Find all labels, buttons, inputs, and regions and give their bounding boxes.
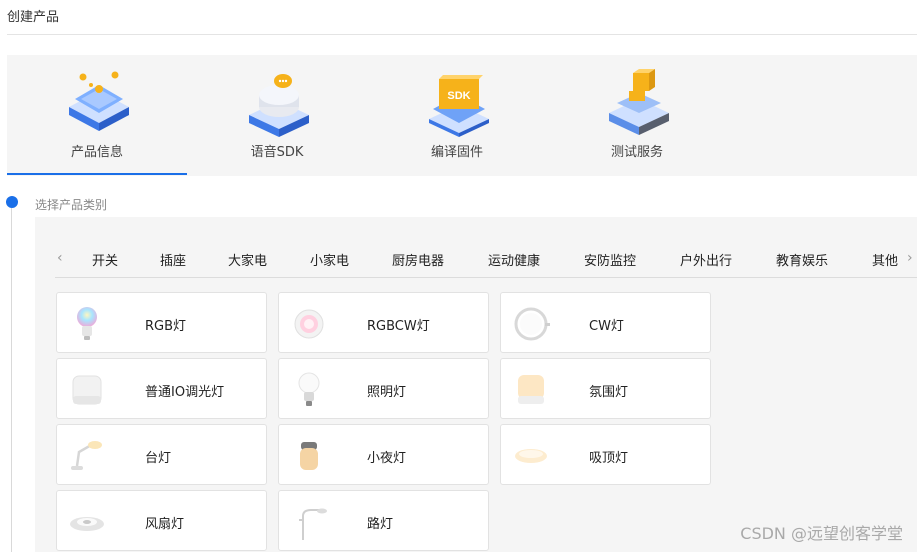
step-label: 编译固件 — [430, 145, 483, 160]
product-card-rgb[interactable]: RGB灯 — [56, 292, 267, 353]
title-divider — [7, 34, 917, 35]
product-card-label: CW灯 — [589, 319, 624, 334]
step-label: 产品信息 — [70, 145, 123, 160]
category-tabs: ‹ 开关 插座 大家电 小家电 厨房电器 运动健康 安防监控 户外出行 教育娱乐… — [55, 240, 917, 278]
tab-socket[interactable]: 插座 — [160, 250, 186, 269]
lighting-bulb-icon — [298, 372, 320, 406]
rgbcw-lamp-icon — [294, 309, 324, 339]
product-card-label: 氛围灯 — [589, 385, 629, 400]
step-product-info[interactable]: 产品信息 — [7, 55, 187, 176]
tab-sports-health[interactable]: 运动健康 — [488, 250, 540, 269]
step-active-indicator — [7, 173, 187, 175]
step-label: 语音SDK — [250, 145, 304, 160]
step-test-service[interactable]: 测试服务 — [547, 55, 727, 176]
product-card-io-dimmer[interactable]: 普通IO调光灯 — [56, 358, 267, 419]
product-card-lighting[interactable]: 照明灯 — [278, 358, 489, 419]
tab-small-appliance[interactable]: 小家电 — [310, 250, 349, 269]
product-card-night-light[interactable]: 小夜灯 — [278, 424, 489, 485]
product-card-ambient[interactable]: 氛围灯 — [500, 358, 711, 419]
page-title: 创建产品 — [7, 10, 60, 25]
timeline-line — [11, 208, 12, 552]
tab-security-monitor[interactable]: 安防监控 — [584, 250, 636, 269]
product-card-street-lamp[interactable]: 路灯 — [278, 490, 489, 551]
product-card-label: RGBCW灯 — [367, 319, 430, 334]
product-card-label: 路灯 — [367, 517, 394, 532]
tab-outdoor-travel[interactable]: 户外出行 — [680, 250, 732, 269]
product-card-label: 风扇灯 — [145, 517, 185, 532]
product-card-label: 普通IO调光灯 — [145, 385, 225, 400]
product-card-desk-lamp[interactable]: 台灯 — [56, 424, 267, 485]
ceiling-lamp-icon — [515, 449, 547, 463]
street-lamp-icon — [299, 508, 327, 540]
tabs-prev-arrow-icon[interactable]: ‹ — [57, 250, 63, 266]
io-dimmer-lamp-icon — [72, 375, 102, 405]
tab-education-entertainment[interactable]: 教育娱乐 — [776, 250, 828, 269]
product-card-ceiling[interactable]: 吸顶灯 — [500, 424, 711, 485]
ambient-lamp-icon — [518, 375, 544, 404]
product-info-icon — [69, 71, 129, 131]
rgb-bulb-icon — [77, 307, 97, 340]
product-card-fan-lamp[interactable]: 风扇灯 — [56, 490, 267, 551]
cw-ring-lamp-icon — [514, 307, 550, 341]
product-card-rgbcw[interactable]: RGBCW灯 — [278, 292, 489, 353]
steps-panel: 产品信息 语音SDK SDK 编译固件 测试服务 — [7, 55, 917, 176]
product-card-label: 吸顶灯 — [589, 451, 629, 466]
svg-text:SDK: SDK — [447, 90, 470, 102]
step-voice-sdk[interactable]: 语音SDK — [187, 55, 367, 176]
fan-lamp-icon — [70, 517, 104, 531]
product-card-label: 小夜灯 — [367, 451, 407, 466]
section-label: 选择产品类别 — [35, 198, 108, 212]
desk-lamp-icon — [71, 441, 102, 470]
tab-switch[interactable]: 开关 — [92, 250, 118, 269]
product-card-cw[interactable]: CW灯 — [500, 292, 711, 353]
product-card-label: RGB灯 — [145, 319, 187, 334]
tab-kitchen-appliance[interactable]: 厨房电器 — [392, 250, 444, 269]
step-compile-firmware[interactable]: SDK 编译固件 — [367, 55, 547, 176]
voice-sdk-icon — [249, 74, 309, 137]
step-label: 测试服务 — [610, 145, 663, 160]
tabs-next-arrow-icon[interactable]: › — [907, 250, 913, 266]
test-service-icon — [609, 69, 669, 135]
night-light-icon — [300, 442, 318, 470]
watermark: CSDN @远望创客学堂 — [740, 524, 903, 543]
product-card-label: 照明灯 — [367, 385, 407, 400]
tab-other[interactable]: 其他 — [872, 250, 898, 269]
product-card-label: 台灯 — [145, 451, 172, 466]
timeline-dot — [6, 196, 18, 208]
compile-firmware-icon: SDK — [429, 75, 489, 137]
tab-large-appliance[interactable]: 大家电 — [228, 250, 267, 269]
